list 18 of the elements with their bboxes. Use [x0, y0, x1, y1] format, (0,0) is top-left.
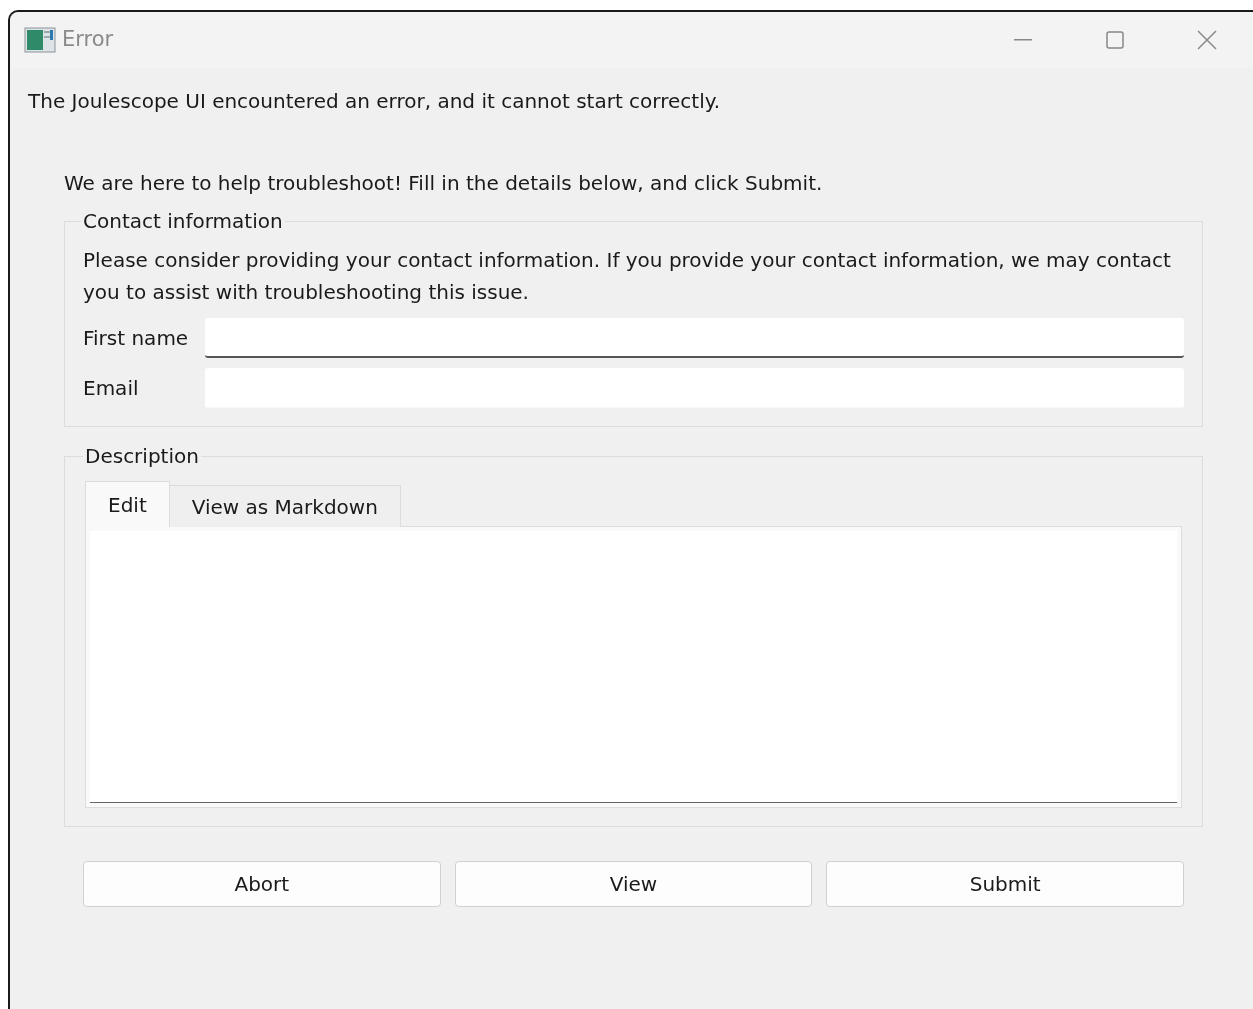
error-message: The Joulescope UI encountered an error, and it cannot start correctly.	[28, 88, 722, 115]
tab[interactable]: Edit	[85, 481, 170, 527]
app-icon	[24, 27, 56, 53]
contact-text: Please consider providing your contact information. If you provide your contact information, we may contact you to assist with troubleshooting this issue.	[83, 247, 1172, 306]
group-title: Contact information	[82, 208, 284, 235]
intro-text: We are here to help troubleshoot! Fill in the details below, and click Submit.	[64, 170, 824, 197]
field-label: First name	[83, 325, 190, 352]
minimize-icon	[1014, 39, 1032, 41]
text-field[interactable]	[205, 318, 1184, 358]
dialog-button[interactable]: View	[454, 861, 813, 907]
close-icon	[1197, 30, 1217, 50]
field-label: Email	[83, 375, 140, 402]
window-title: Error	[62, 26, 114, 54]
maximize-icon	[1106, 31, 1124, 49]
dialog-button[interactable]: Abort	[83, 861, 441, 907]
group-title: Description	[84, 443, 200, 470]
dialog-button[interactable]: Submit	[826, 861, 1184, 907]
tab[interactable]: View as Markdown	[169, 485, 401, 527]
